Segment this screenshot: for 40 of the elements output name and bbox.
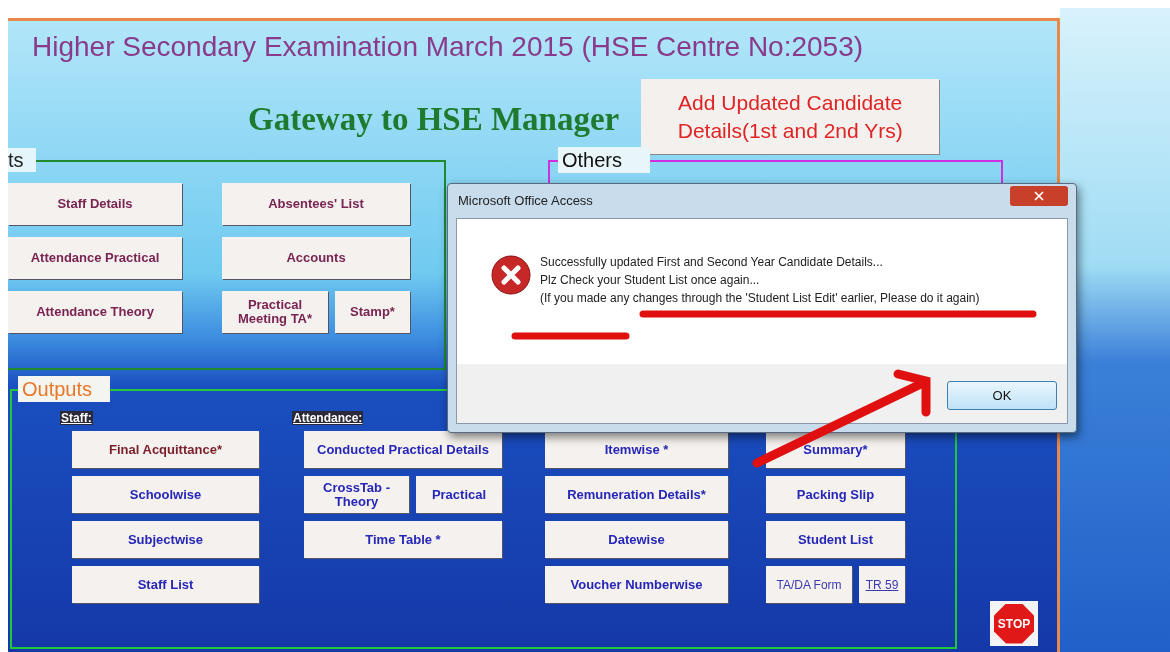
dialog-title: Microsoft Office Access [458,192,593,211]
form-button[interactable]: Staff Details [8,183,182,225]
group-heading: Attendance: [292,411,364,425]
form-button[interactable]: Remuneration Details* [545,476,728,513]
form-button[interactable]: Stamp* [335,291,410,333]
form-button[interactable]: Time Table * [304,521,502,558]
error-icon [491,255,531,295]
form-title: Higher Secondary Examination March 2015 (HSE Centre No:2053) [32,30,865,64]
stop-button[interactable]: STOP [990,601,1038,646]
ok-button[interactable]: OK [947,381,1057,410]
form-button[interactable]: Practical Meeting TA* [222,291,328,333]
form-button[interactable]: CrossTab - Theory [304,476,409,513]
section-label: Others [558,147,650,173]
section-label: ts [8,148,36,172]
dialog-message: Plz Check your Student List once again... [540,272,761,289]
form-button[interactable]: Datewise [545,521,728,558]
group-heading: Staff: [60,411,93,425]
form-button[interactable]: Itemwise * [545,431,728,468]
report-link[interactable]: TR 59 [859,566,905,603]
form-button[interactable]: Student List [766,521,905,558]
form-button[interactable]: Subjectwise [72,521,259,558]
dialog-message: (If you made any changes through the 'Student List Edit' earlier, Please do it again) [540,290,980,307]
form-button[interactable]: Schoolwise [72,476,259,513]
close-button[interactable] [1010,186,1068,206]
form-button[interactable]: TA/DA Form [766,566,852,603]
form-button[interactable]: Conducted Practical Details [304,431,502,468]
form-button[interactable]: Attendance Theory [8,291,182,333]
form-button[interactable]: Final Acquittance* [72,431,259,468]
dialog-message: Successfully updated First and Second Year Candidate Details... [540,254,884,271]
form-button[interactable]: Packing Slip [766,476,905,513]
form-button[interactable]: Accounts [222,237,410,279]
form-heading: Gateway to HSE Manager [248,101,620,137]
form-button[interactable]: Absentees' List [222,183,410,225]
close-icon [1032,189,1046,203]
update-candidates-button[interactable]: Add Updated Candidate Details(1st and 2nd Yrs) [641,79,940,154]
form-button[interactable]: Voucher Numberwise [545,566,728,603]
section-label: Outputs [18,376,110,402]
form-button[interactable]: Staff List [72,566,259,603]
form-button[interactable]: Attendance Practical [8,237,182,279]
form-button[interactable]: Practical [416,476,502,513]
